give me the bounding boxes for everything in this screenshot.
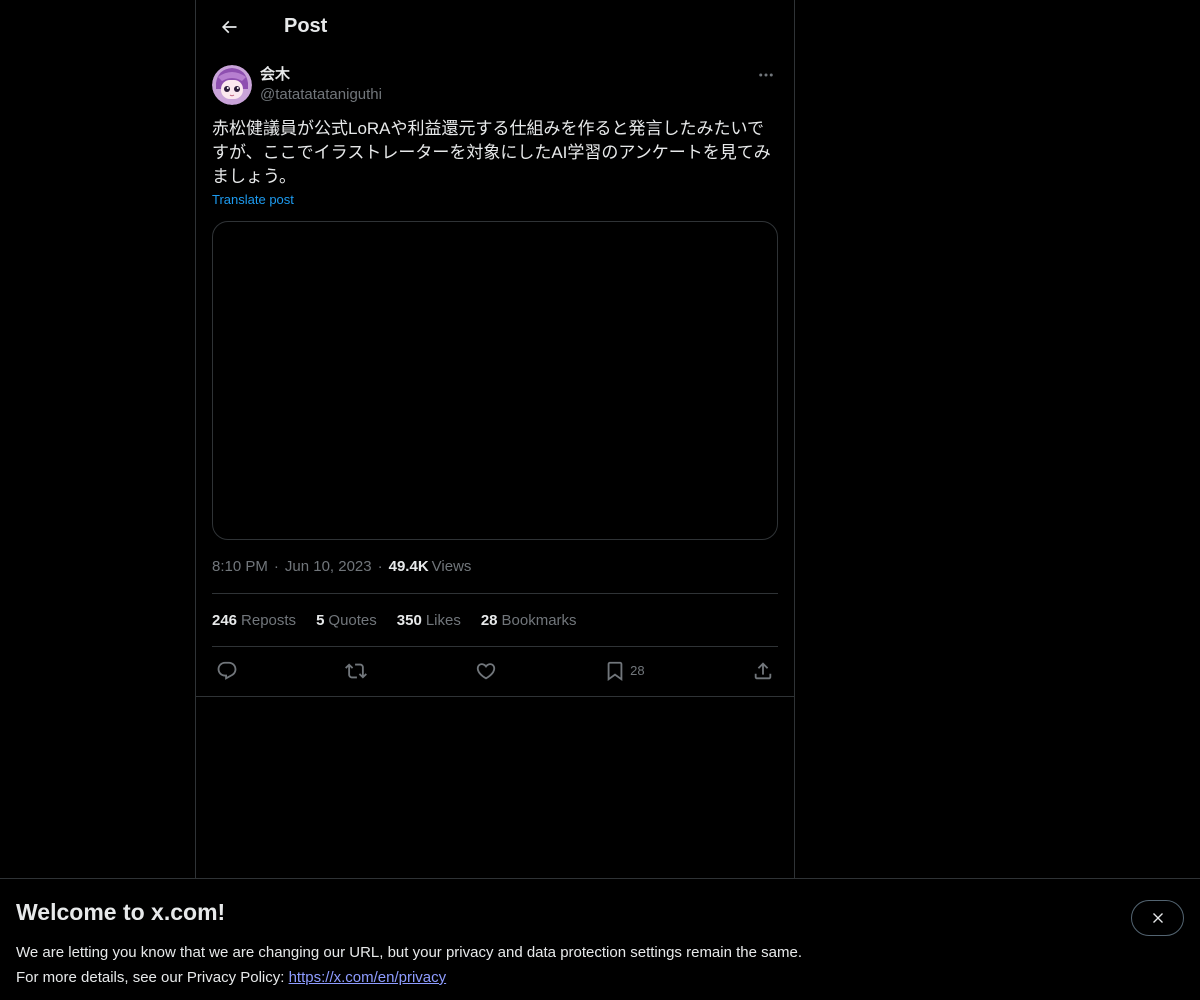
- author-display-name[interactable]: 会木: [260, 65, 382, 85]
- bookmarks-count: 28: [480, 611, 498, 629]
- privacy-policy-link[interactable]: https://x.com/en/privacy: [289, 969, 447, 986]
- likes-count: 350: [396, 611, 422, 629]
- bookmark-button[interactable]: 28: [604, 660, 645, 682]
- reply-icon: [217, 661, 237, 680]
- post-media[interactable]: [212, 221, 778, 540]
- close-icon: [1152, 913, 1163, 923]
- translate-post-link[interactable]: Translate post: [212, 192, 294, 207]
- post-divider: [196, 696, 794, 697]
- post-actions: 28: [212, 647, 778, 694]
- share-button[interactable]: [752, 660, 774, 682]
- bookmark-icon: [607, 661, 623, 681]
- bookmark-count: 28: [630, 663, 645, 678]
- quotes-stat[interactable]: 5 Quotes: [316, 612, 377, 629]
- reply-button[interactable]: [216, 660, 238, 682]
- reposts-stat[interactable]: 246 Reposts: [212, 612, 296, 629]
- post-stats: 246 Reposts 5 Quotes 350 Likes 28 Bookmarks: [212, 594, 778, 647]
- repost-button[interactable]: [345, 660, 368, 682]
- banner-line-2: For more details, see our Privacy Policy…: [16, 965, 1184, 990]
- views-label: Views: [431, 558, 472, 575]
- heart-icon: [476, 662, 495, 679]
- quotes-count: 5: [316, 611, 325, 629]
- bookmarks-stat[interactable]: 28 Bookmarks: [481, 612, 577, 629]
- more-options-button[interactable]: [754, 65, 778, 85]
- post-time[interactable]: 8:10 PM: [212, 558, 268, 575]
- post-date[interactable]: Jun 10, 2023: [285, 558, 372, 575]
- author-handle[interactable]: @tatatatataniguthi: [260, 85, 382, 105]
- arrow-left-icon: [221, 20, 237, 33]
- reposts-label: Reposts: [241, 611, 297, 629]
- quotes-label: Quotes: [328, 611, 377, 629]
- views-count: 49.4K: [388, 558, 429, 575]
- likes-label: Likes: [425, 611, 461, 629]
- separator-dot: ·: [377, 558, 383, 575]
- post-text: 赤松健議員が公式LoRAや利益還元する仕組みを作ると発言したみたいですが、ここで…: [212, 119, 771, 186]
- author-names: 会木 @tatatatataniguthi: [260, 65, 382, 105]
- url-change-banner: Welcome to x.com! We are letting you kno…: [0, 878, 1200, 1000]
- avatar-image: [212, 65, 252, 105]
- separator-dot: ·: [273, 558, 279, 575]
- likes-stat[interactable]: 350 Likes: [397, 612, 461, 629]
- main-column: Post 会木 @tatatatataniguthi 赤松健議員が公式LoRAや…: [195, 0, 795, 878]
- header: Post: [196, 0, 794, 53]
- bookmarks-label: Bookmarks: [501, 611, 577, 629]
- more-icon: [759, 73, 773, 77]
- share-icon: [754, 661, 772, 679]
- banner-line-2-prefix: For more details, see our Privacy Policy…: [16, 969, 289, 986]
- banner-close-button[interactable]: [1131, 900, 1184, 936]
- post: 会木 @tatatatataniguthi 赤松健議員が公式LoRAや利益還元す…: [196, 53, 794, 694]
- page-title: Post: [284, 15, 328, 37]
- like-button[interactable]: [475, 660, 497, 682]
- post-meta: 8:10 PM · Jun 10, 2023 · 49.4K Views: [212, 540, 778, 594]
- avatar[interactable]: [212, 65, 252, 105]
- author-row: 会木 @tatatatataniguthi: [212, 65, 778, 105]
- back-button[interactable]: [212, 10, 246, 44]
- repost-icon: [345, 663, 368, 678]
- reposts-count: 246: [212, 611, 238, 629]
- banner-title: Welcome to x.com!: [16, 899, 226, 925]
- banner-text: We are letting you know that we are chan…: [16, 940, 1184, 990]
- banner-line-1: We are letting you know that we are chan…: [16, 944, 802, 961]
